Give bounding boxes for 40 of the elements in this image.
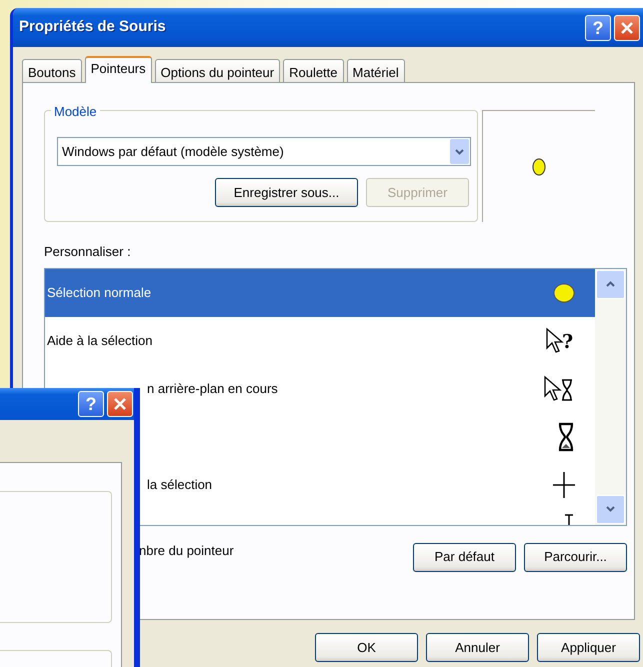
- row-label: Sélection normale: [47, 284, 152, 302]
- crosshair-icon: [553, 472, 575, 498]
- customize-label: Personnaliser :: [44, 243, 132, 261]
- scheme-dropdown[interactable]: Windows par défaut (modèle système): [57, 137, 471, 166]
- tab[interactable]: Options du pointeur: [154, 59, 280, 82]
- arrow-hourglass-icon: [543, 374, 575, 402]
- pointer-button[interactable]: Par défaut: [413, 542, 516, 572]
- close-icon: [620, 20, 634, 34]
- row-label: Aide à la sélection: [47, 332, 153, 350]
- dialog-button[interactable]: Annuler: [426, 633, 529, 662]
- scroll-down-button[interactable]: [596, 494, 625, 524]
- pointer-dot-icon: [553, 282, 575, 302]
- chevron-down-icon: [606, 506, 615, 512]
- scrollbar[interactable]: [595, 268, 626, 524]
- pointer-button[interactable]: Parcourir...: [524, 542, 627, 572]
- close-button[interactable]: [614, 14, 640, 40]
- list-row[interactable]: la sélection: [145, 460, 595, 508]
- close-button[interactable]: [107, 391, 133, 417]
- tab[interactable]: Matériel: [346, 59, 405, 82]
- dialog-button[interactable]: OK: [315, 633, 418, 662]
- list-row[interactable]: Sélection normale: [45, 268, 595, 316]
- hourglass-icon: [557, 422, 575, 452]
- pointer-dot-icon: [532, 158, 546, 176]
- row-label: la sélection: [147, 476, 212, 494]
- window-title: Propriétés de Souris: [19, 17, 167, 38]
- close-icon: [113, 397, 127, 411]
- tab[interactable]: Pointeurs: [84, 56, 152, 83]
- dialog-button[interactable]: Appliquer: [537, 633, 640, 662]
- tab[interactable]: Roulette: [283, 59, 344, 82]
- tab[interactable]: Boutons: [22, 59, 82, 82]
- list-row[interactable]: Aide à la sélection ?: [45, 316, 595, 364]
- chevron-down-icon: [455, 148, 464, 154]
- pointer-shadow-label: nbre du pointeur: [138, 542, 235, 560]
- scheme-button[interactable]: Enregistrer sous...: [215, 178, 358, 207]
- dropdown-value: Windows par défaut (modèle système): [62, 142, 285, 161]
- chevron-up-icon: [606, 281, 615, 287]
- dropdown-arrow-button[interactable]: [450, 139, 469, 164]
- row-label: n arrière-plan en cours: [147, 380, 278, 398]
- scroll-up-button[interactable]: [596, 270, 625, 298]
- list-row[interactable]: n arrière-plan en cours: [145, 364, 595, 412]
